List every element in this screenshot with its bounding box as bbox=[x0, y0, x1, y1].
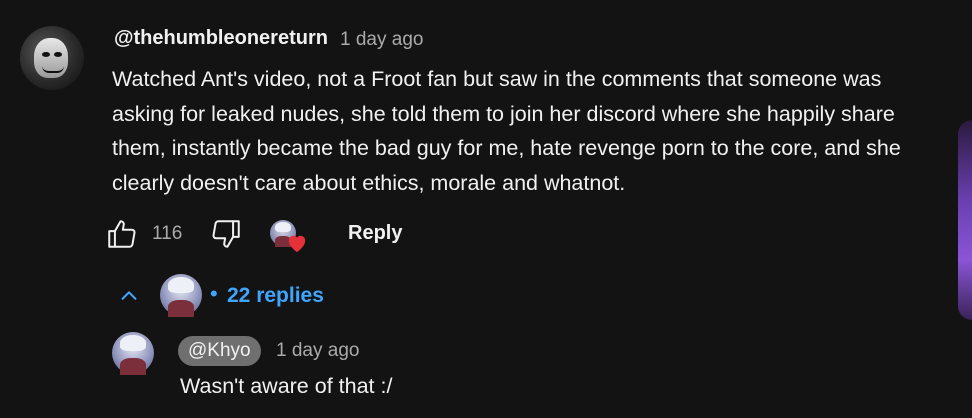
avatar-eye bbox=[42, 52, 50, 57]
reply-author-chip[interactable]: @Khyo bbox=[178, 336, 261, 366]
avatar-body bbox=[167, 300, 195, 317]
like-count: 116 bbox=[152, 223, 183, 244]
side-decoration bbox=[958, 120, 972, 320]
comment-line: them, instantly became the bad guy for m… bbox=[112, 136, 901, 160]
avatar-hair bbox=[168, 277, 194, 294]
avatar-hair bbox=[275, 222, 291, 232]
avatar-hair bbox=[120, 335, 146, 352]
comment-actions: 116 Reply bbox=[104, 216, 524, 254]
comment-line: clearly doesn't care about ethics, moral… bbox=[112, 170, 626, 195]
replies-count[interactable]: 22 replies bbox=[227, 284, 324, 308]
comment-line: Watched Ant's video, not a Froot fan but… bbox=[112, 67, 882, 91]
reply-item: @Khyo 1 day ago Wasn't aware of that :/ bbox=[0, 328, 972, 418]
thumbs-up-icon bbox=[108, 220, 136, 248]
reply-author-avatar[interactable] bbox=[112, 332, 154, 375]
reply-body: Wasn't aware of that :/ bbox=[180, 374, 393, 398]
dislike-button[interactable] bbox=[208, 216, 244, 252]
comment-line: asking for leaked nudes, she told them t… bbox=[112, 101, 895, 126]
reply-timestamp[interactable]: 1 day ago bbox=[276, 340, 359, 362]
reply-button[interactable]: Reply bbox=[348, 222, 402, 245]
avatar-grin bbox=[42, 66, 64, 73]
like-button[interactable] bbox=[104, 216, 140, 252]
avatar-eye bbox=[54, 52, 62, 57]
comment-timestamp[interactable]: 1 day ago bbox=[340, 29, 423, 51]
avatar-body bbox=[119, 358, 147, 375]
comment-body: Watched Ant's video, not a Froot fan but… bbox=[112, 62, 972, 200]
comment-thread: @thehumbleonereturn 1 day ago Watched An… bbox=[0, 0, 972, 418]
creator-heart-icon bbox=[288, 235, 306, 253]
thumbs-down-icon bbox=[212, 220, 240, 248]
commenter-avatar[interactable] bbox=[20, 26, 84, 90]
comment-author[interactable]: @thehumbleonereturn bbox=[114, 27, 328, 50]
creator-heart-badge bbox=[270, 220, 310, 254]
chevron-up-icon bbox=[121, 291, 137, 300]
replier-avatar bbox=[160, 274, 202, 317]
replies-toggle[interactable]: • 22 replies bbox=[118, 274, 378, 318]
separator-dot: • bbox=[210, 281, 218, 306]
